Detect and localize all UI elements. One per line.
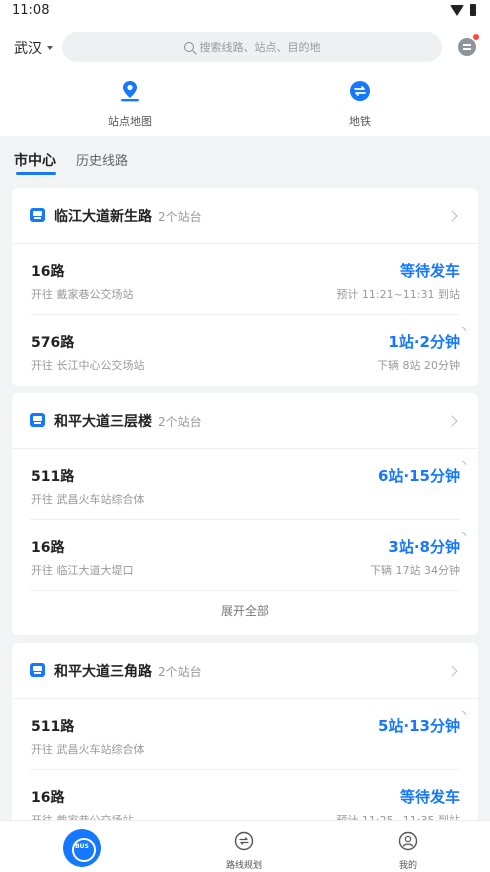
bus-stop-icon <box>30 663 45 677</box>
station-name: 临江大道新生路 2个站台 <box>54 209 202 225</box>
status-bar: 11:08 <box>0 0 490 24</box>
city-selector[interactable]: 武汉 <box>14 38 53 58</box>
search-icon <box>183 42 194 52</box>
platform-count: 2个站台 <box>158 415 202 429</box>
search-placeholder: 搜索线路、站点、目的地 <box>199 41 321 54</box>
metro-button[interactable]: 地铁 <box>300 80 420 129</box>
route-row[interactable]: 576路 开往 长江中心公交场站 1站·2分钟 下辆 8站 20分钟 <box>30 315 466 386</box>
route-direction: 开往 戴家巷公交场站 <box>31 812 134 820</box>
message-icon[interactable] <box>458 38 476 56</box>
route-row[interactable]: 511路 开往 武昌火车站综合体 5站·13分钟 <box>30 699 466 770</box>
nav-bus-home[interactable]: BUS <box>27 829 137 867</box>
nav-route-label: 路线规划 <box>225 861 262 871</box>
location-pin-icon <box>121 81 139 102</box>
station-header[interactable]: 临江大道新生路 2个站台 <box>12 188 478 244</box>
tab-city-center[interactable]: 市中心 <box>14 150 56 170</box>
city-label: 武汉 <box>14 41 42 57</box>
route-direction: 开往 长江中心公交场站 <box>31 359 145 372</box>
nav-me-label: 我的 <box>398 861 417 871</box>
route-eta-sub: 预计 11:25~11:35 到站 <box>336 812 460 820</box>
station-card: 临江大道新生路 2个站台 16路 开往 戴家巷公交场站 等待发车 预计 11:21… <box>12 188 478 386</box>
route-name: 576路 <box>31 335 75 351</box>
chevron-right-icon <box>446 415 458 427</box>
route-eta: 等待发车 <box>399 262 460 280</box>
route-direction: 开往 临江大道大堤口 <box>31 564 134 577</box>
route-eta: 1站·2分钟 <box>388 333 460 351</box>
caret-down-icon <box>47 46 53 50</box>
battery-icon <box>470 4 476 16</box>
route-eta: 5站·13分钟 <box>377 717 460 735</box>
route-row[interactable]: 16路 开往 戴家巷公交场站 等待发车 预计 11:25~11:35 到站 <box>30 770 460 820</box>
station-header[interactable]: 和平大道三角路 2个站台 <box>12 643 478 699</box>
route-eta-sub: 预计 11:21~11:31 到站 <box>336 288 460 301</box>
realtime-signal-icon <box>462 327 466 331</box>
tab-underline <box>16 172 56 175</box>
station-card: 和平大道三角路 2个站台 511路 开往 武昌火车站综合体 5站·13分钟 16路… <box>12 643 478 820</box>
station-name: 和平大道三角路 2个站台 <box>54 664 202 680</box>
realtime-signal-icon <box>462 461 466 465</box>
station-header[interactable]: 和平大道三层楼 2个站台 <box>12 393 478 449</box>
route-name: 16路 <box>31 540 65 556</box>
route-row[interactable]: 16路 开往 临江大道大堤口 3站·8分钟 下辆 17站 34分钟 <box>30 520 466 591</box>
route-row[interactable]: 16路 开往 戴家巷公交场站 等待发车 预计 11:21~11:31 到站 <box>30 244 460 315</box>
route-name: 511路 <box>31 469 75 485</box>
chevron-right-icon <box>446 210 458 222</box>
route-direction: 开往 武昌火车站综合体 <box>31 493 145 506</box>
quick-nav: 站点地图 地铁 <box>0 70 490 136</box>
bus-stop-icon <box>30 413 45 427</box>
station-card: 和平大道三层楼 2个站台 511路 开往 武昌火车站综合体 6站·15分钟 16路… <box>12 393 478 635</box>
platform-count: 2个站台 <box>158 665 202 679</box>
route-row[interactable]: 511路 开往 武昌火车站综合体 6站·15分钟 <box>30 449 466 520</box>
metro-label: 地铁 <box>349 115 371 128</box>
realtime-signal-icon <box>462 532 466 536</box>
route-eta-sub: 下辆 17站 34分钟 <box>370 564 460 577</box>
realtime-signal-icon <box>462 711 466 715</box>
route-eta: 6站·15分钟 <box>377 467 460 485</box>
route-direction: 开往 武昌火车站综合体 <box>31 743 145 756</box>
header: 武汉 搜索线路、站点、目的地 <box>0 24 490 70</box>
route-name: 16路 <box>31 264 65 280</box>
wifi-icon <box>450 4 464 16</box>
bus-badge-text: BUS <box>75 843 89 850</box>
tab-history-routes[interactable]: 历史线路 <box>76 150 128 169</box>
station-name: 和平大道三层楼 2个站台 <box>54 414 202 430</box>
platform-count: 2个站台 <box>158 210 202 224</box>
profile-icon <box>398 831 418 851</box>
route-name: 511路 <box>31 719 75 735</box>
route-eta: 等待发车 <box>399 788 460 806</box>
route-eta-sub: 下辆 8站 20分钟 <box>377 359 460 372</box>
expand-all-button[interactable]: 展开全部 <box>12 591 478 635</box>
route-eta: 3站·8分钟 <box>388 538 460 556</box>
route-direction: 开往 戴家巷公交场站 <box>31 288 134 301</box>
metro-icon <box>350 81 370 101</box>
tab-bar: 市中心 历史线路 <box>0 136 490 180</box>
bus-stop-icon <box>30 208 45 222</box>
chevron-right-icon <box>446 665 458 677</box>
search-input[interactable]: 搜索线路、站点、目的地 <box>62 32 442 62</box>
nav-me[interactable]: 我的 <box>353 831 463 871</box>
nav-route-planning[interactable]: 路线规划 <box>189 831 299 871</box>
station-map-label: 站点地图 <box>108 115 152 128</box>
notification-dot <box>473 34 479 40</box>
station-map-button[interactable]: 站点地图 <box>70 80 190 129</box>
bus-icon: BUS <box>63 829 101 867</box>
route-name: 16路 <box>31 790 65 806</box>
status-time: 11:08 <box>12 3 50 18</box>
route-plan-icon <box>234 831 254 851</box>
status-icons <box>450 4 476 16</box>
bottom-nav: BUS 路线规划 我的 <box>0 820 490 872</box>
